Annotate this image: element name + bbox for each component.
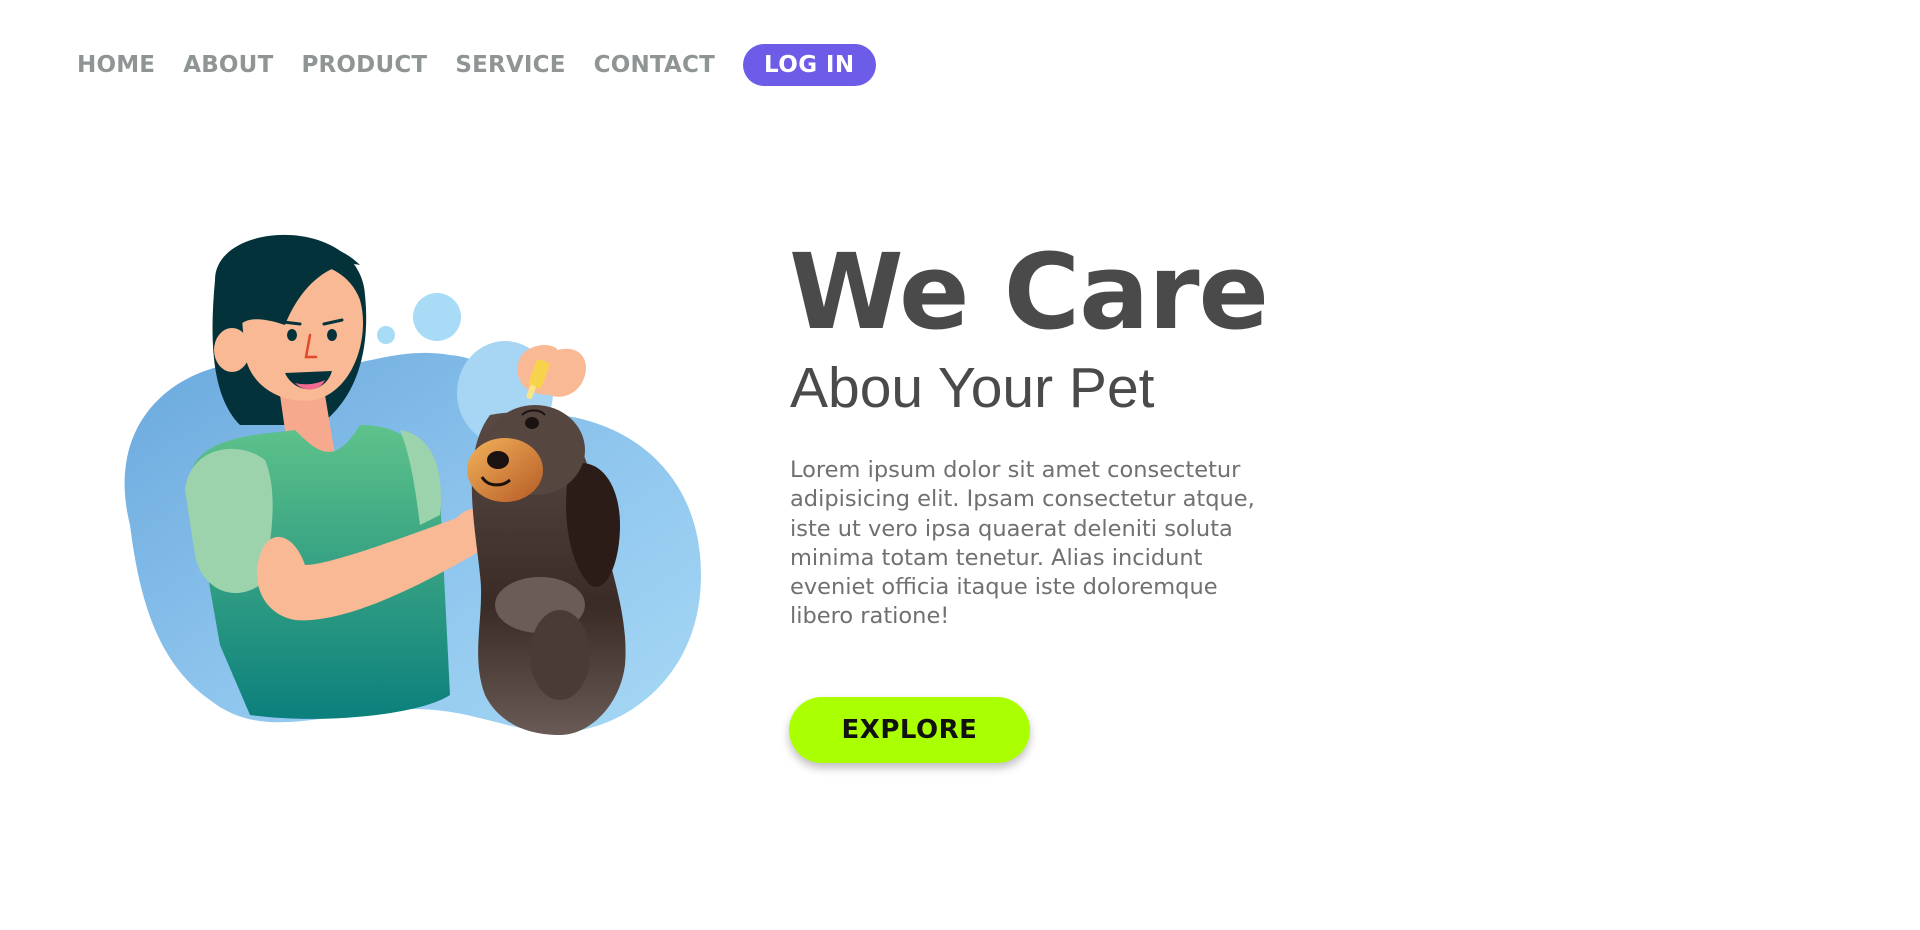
hero-subtitle: Abou Your Pet	[790, 356, 1155, 420]
nav-service[interactable]: SERVICE	[455, 52, 565, 78]
explore-button[interactable]: EXPLORE	[789, 697, 1030, 763]
pet-care-illustration	[120, 225, 715, 755]
nav-contact[interactable]: CONTACT	[594, 52, 715, 78]
login-button[interactable]: LOG IN	[743, 44, 876, 86]
main-nav: HOME ABOUT PRODUCT SERVICE CONTACT LOG I…	[77, 44, 876, 86]
nav-product[interactable]: PRODUCT	[301, 52, 427, 78]
nav-about[interactable]: ABOUT	[183, 52, 273, 78]
hero-description: Lorem ipsum dolor sit amet consectetur a…	[790, 457, 1255, 630]
landing-page: HOME ABOUT PRODUCT SERVICE CONTACT LOG I…	[0, 0, 1920, 930]
nav-home[interactable]: HOME	[77, 52, 155, 78]
hero-title: We Care	[789, 231, 1269, 353]
